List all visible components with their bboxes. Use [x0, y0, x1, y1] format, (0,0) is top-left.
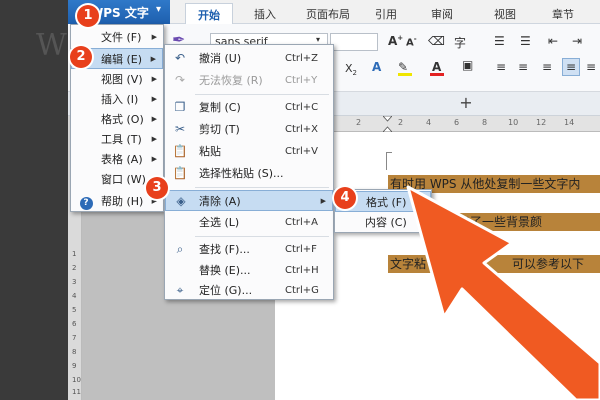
ruler-number: 8: [72, 348, 77, 356]
ruler-number: 2: [356, 118, 362, 127]
shrink-font-icon[interactable]: A-: [406, 35, 417, 48]
highlight-pen-icon[interactable]: ✎: [398, 60, 408, 74]
step-badge-2: 2: [70, 46, 92, 68]
pointer-arrow-icon: [406, 185, 600, 400]
justify-icon: ≡: [566, 60, 577, 74]
tab-review[interactable]: 审阅: [424, 3, 460, 24]
page-corner-mark: [386, 152, 392, 170]
chevron-down-icon[interactable]: ▾: [316, 35, 320, 44]
menu-item-redo[interactable]: ↷ 无法恢复 (R) Ctrl+Y: [165, 70, 333, 91]
ruler-number: 5: [72, 306, 77, 314]
ruler-number: 10: [508, 118, 519, 127]
tab-view[interactable]: 视图: [487, 3, 523, 24]
ruler-number: 2: [398, 118, 404, 127]
menu-item-find[interactable]: ⌕ 查找 (F)... Ctrl+F: [165, 239, 333, 260]
align-right-icon[interactable]: ≡: [542, 60, 552, 74]
find-icon: ⌕: [176, 242, 184, 256]
menu-item-copy[interactable]: ❐ 复制 (C) Ctrl+C: [165, 97, 333, 118]
new-tab-button[interactable]: +: [456, 93, 476, 113]
menu-item-table[interactable]: 表格 (A) ▶: [71, 149, 163, 170]
eraser-icon: ◈: [176, 194, 186, 208]
grow-font-icon[interactable]: A+: [388, 34, 403, 48]
clear-format-icon[interactable]: ⌫: [428, 34, 445, 48]
ruler-number: 1: [72, 250, 77, 258]
text-effect-icon[interactable]: A: [372, 60, 381, 74]
app-name: WPS 文字: [90, 6, 149, 20]
ruler-number: 6: [72, 320, 77, 328]
menu-item-replace[interactable]: 替换 (E)... Ctrl+H: [165, 260, 333, 281]
ruler-number: 11: [72, 388, 81, 396]
outdent-icon[interactable]: ⇥: [572, 34, 582, 48]
tab-references[interactable]: 引用: [368, 3, 404, 24]
ruler-number: 4: [72, 292, 77, 300]
paste-special-icon: 📋: [172, 166, 188, 180]
font-color-icon[interactable]: A: [432, 60, 441, 74]
tab-page-layout[interactable]: 页面布局: [297, 3, 359, 24]
bullets-icon[interactable]: ☰: [494, 34, 505, 48]
step-badge-1: 1: [77, 5, 99, 27]
indent-icon[interactable]: ⇤: [548, 34, 558, 48]
menu-separator: [195, 236, 329, 237]
redo-icon: ↷: [174, 73, 186, 87]
highlight-color-swatch: [398, 73, 412, 76]
step-badge-3: 3: [146, 177, 168, 199]
numbering-icon[interactable]: ☰: [520, 34, 531, 48]
ghost-logo-letter: W: [36, 28, 67, 63]
undo-icon: ↶: [174, 51, 186, 65]
help-icon: ?: [78, 191, 94, 212]
goto-icon: ⌖: [176, 283, 184, 297]
ruler-number: 4: [426, 118, 432, 127]
menu-item-cut[interactable]: ✂ 剪切 (T) Ctrl+X: [165, 119, 333, 140]
align-center-icon[interactable]: ≡: [518, 60, 528, 74]
ruler-number: 8: [482, 118, 488, 127]
menu-item-clear[interactable]: ◈ 清除 (A) ▶: [165, 190, 333, 211]
indent-marker-icon[interactable]: [383, 116, 392, 132]
align-left-icon[interactable]: ≡: [496, 60, 506, 74]
paste-icon: 📋: [172, 144, 188, 158]
font-color-swatch: [430, 73, 444, 76]
copy-icon: ❐: [174, 100, 186, 114]
menu-item-view[interactable]: 视图 (V) ▶: [71, 69, 163, 90]
edit-menu: ↶ 撤消 (U) Ctrl+Z ↷ 无法恢复 (R) Ctrl+Y ❐ 复制 (C) Ctr…: [164, 44, 334, 300]
ruler-number: 10: [72, 376, 81, 384]
subscript-icon[interactable]: X2: [345, 62, 357, 77]
tab-home[interactable]: 开始: [185, 3, 233, 24]
menu-item-paste-special[interactable]: 📋 选择性粘贴 (S)...: [165, 163, 333, 184]
menu-separator: [195, 94, 329, 95]
menu-item-format[interactable]: 格式 (O) ▶: [71, 109, 163, 130]
ruler-number: 14: [564, 118, 575, 127]
ruler-number: 2: [72, 264, 77, 272]
ruler-number: 12: [536, 118, 547, 127]
menu-separator: [195, 187, 329, 188]
ruler-number: 6: [454, 118, 460, 127]
menu-item-paste[interactable]: 📋 粘贴 Ctrl+V: [165, 141, 333, 162]
scissors-icon: ✂: [174, 122, 186, 136]
step-badge-4: 4: [334, 187, 356, 209]
menu-item-file[interactable]: 文件 (F) ▶: [71, 27, 163, 48]
ruler-number: 9: [72, 362, 77, 370]
dropdown-arrow-icon: ▾: [156, 4, 162, 15]
font-size-select[interactable]: [330, 33, 378, 51]
menu-item-undo[interactable]: ↶ 撤消 (U) Ctrl+Z: [165, 48, 333, 69]
ruler-number: 3: [72, 278, 77, 286]
menu-item-goto[interactable]: ⌖ 定位 (G)... Ctrl+G: [165, 280, 333, 299]
menu-item-tools[interactable]: 工具 (T) ▶: [71, 129, 163, 150]
char-shading-icon[interactable]: ▣: [462, 58, 473, 72]
phonetic-icon[interactable]: 字: [454, 34, 466, 51]
tab-chapter[interactable]: 章节: [545, 3, 581, 24]
menu-item-insert[interactable]: 插入 (I) ▶: [71, 89, 163, 110]
tab-insert[interactable]: 插入: [245, 3, 285, 24]
ruler-number: 7: [72, 334, 77, 342]
menu-item-select-all[interactable]: 全选 (L) Ctrl+A: [165, 212, 333, 233]
distributed-icon[interactable]: ≡: [586, 60, 596, 74]
